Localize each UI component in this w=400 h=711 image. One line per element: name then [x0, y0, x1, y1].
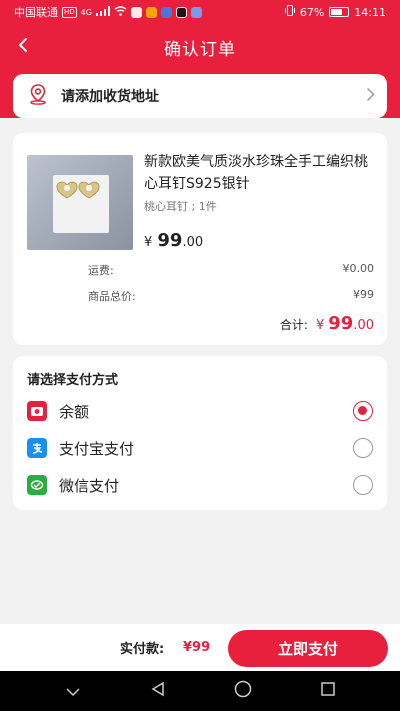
square-recents-icon	[320, 681, 336, 701]
radio-unselected[interactable]	[353, 475, 373, 495]
price-decimal: .00	[182, 235, 204, 250]
price-symbol: ¥	[144, 235, 153, 250]
carrier-label: 中国联通	[14, 6, 58, 19]
nav-header: 确认订单	[0, 24, 400, 70]
payment-option-label: 支付宝支付	[59, 439, 135, 458]
product-name[interactable]: 新款欧美气质淡水珍珠全手工编织桃心耳钉S925银针	[144, 151, 374, 195]
chevron-left-icon	[18, 37, 28, 57]
alipay-icon	[27, 438, 47, 458]
payment-option-label: 余额	[59, 402, 90, 421]
product-price: ¥ 99.00	[144, 230, 203, 251]
wifi-icon	[114, 5, 127, 19]
triangle-back-icon	[150, 681, 166, 701]
subtotal-label: 商品总价:	[88, 290, 136, 303]
back-button[interactable]	[8, 32, 38, 62]
nav-collapse-button[interactable]	[58, 676, 88, 706]
subtotal-value: ¥99	[353, 288, 374, 301]
clock: 14:11	[354, 5, 386, 19]
total-integer: 99	[328, 313, 354, 334]
tiktok-icon	[175, 6, 187, 18]
order-summary-card: 新款欧美气质淡水珍珠全手工编织桃心耳钉S925银针 桃心耳钉 ; 1件 ¥ 99…	[13, 133, 387, 345]
nav-recents-button[interactable]	[313, 676, 343, 706]
actual-payment-label: 实付款:	[120, 642, 165, 657]
page-title: 确认订单	[164, 39, 236, 60]
hd-badge: HD	[62, 6, 77, 18]
nav-back-button[interactable]	[143, 676, 173, 706]
status-bar: 中国联通 HD 4G 67% 14:11	[0, 0, 400, 24]
heart-earrings-image	[56, 181, 100, 199]
price-integer: 99	[157, 230, 183, 251]
pay-now-button[interactable]: 立即支付	[228, 630, 388, 667]
payment-title: 请选择支付方式	[27, 373, 119, 388]
total-row: 合计: ¥ 99.00	[280, 313, 374, 334]
total-label: 合计:	[279, 318, 308, 332]
payment-option-wechat[interactable]: 微信支付	[13, 469, 387, 501]
wallet-icon	[27, 401, 47, 421]
shipping-label: 运费:	[88, 264, 114, 277]
location-pin-icon	[27, 83, 49, 109]
nav-home-button[interactable]	[228, 676, 258, 706]
app-notification-icon	[145, 6, 157, 18]
app-notification-icon	[160, 6, 172, 18]
app-notification-icon	[190, 6, 202, 18]
payment-option-label: 微信支付	[59, 476, 120, 495]
product-image[interactable]	[27, 155, 133, 250]
payment-method-card: 请选择支付方式 余额 支付宝支付 微信支付	[13, 356, 387, 510]
chevron-down-icon	[65, 682, 81, 701]
total-symbol: ¥	[315, 318, 325, 333]
checkout-bar: 实付款: ¥99 立即支付	[0, 624, 400, 671]
payment-option-balance[interactable]: 余额	[13, 395, 387, 427]
add-address-label: 请添加收货地址	[61, 89, 159, 105]
actual-payment-value: ¥99	[183, 640, 211, 655]
chevron-right-icon	[366, 87, 375, 106]
payment-option-alipay[interactable]: 支付宝支付	[13, 432, 387, 464]
radio-unselected[interactable]	[353, 438, 373, 458]
app-notification-icon	[130, 6, 142, 18]
radio-selected[interactable]	[353, 401, 373, 421]
wechat-pay-icon	[27, 475, 47, 495]
vibrate-icon	[284, 5, 295, 19]
network-label: 4G	[80, 7, 92, 17]
product-spec: 桃心耳钉 ; 1件	[144, 200, 217, 213]
add-address-row[interactable]: 请添加收货地址	[13, 74, 387, 118]
total-decimal: .00	[353, 318, 374, 333]
signal-icon	[95, 5, 110, 19]
battery-icon	[329, 7, 350, 17]
system-navigation-bar	[0, 671, 400, 711]
shipping-value: ¥0.00	[342, 262, 375, 275]
circle-home-icon	[234, 680, 252, 702]
battery-percent: 67%	[299, 5, 325, 19]
